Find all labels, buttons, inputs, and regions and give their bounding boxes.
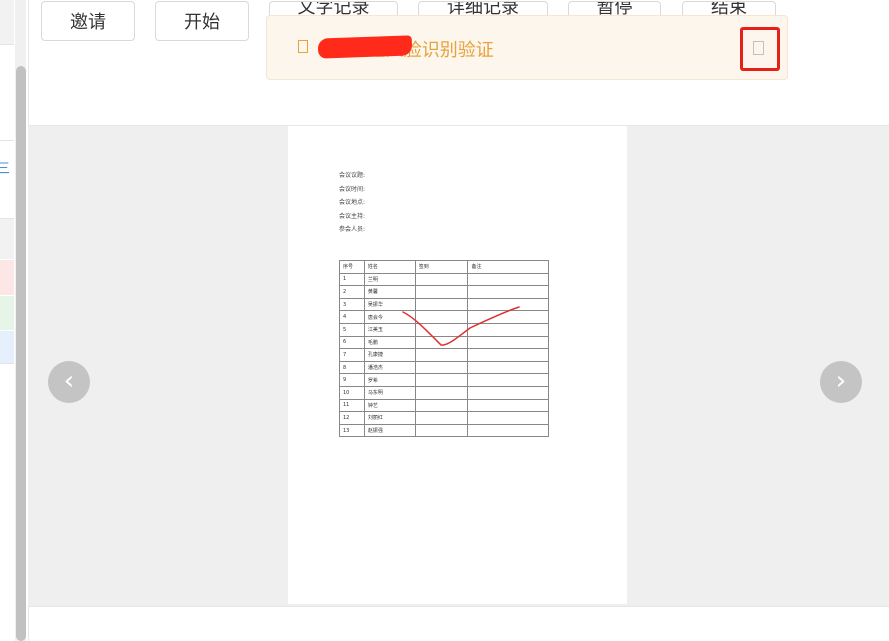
signature-stroke — [402, 306, 520, 346]
signature-mark — [402, 306, 520, 346]
